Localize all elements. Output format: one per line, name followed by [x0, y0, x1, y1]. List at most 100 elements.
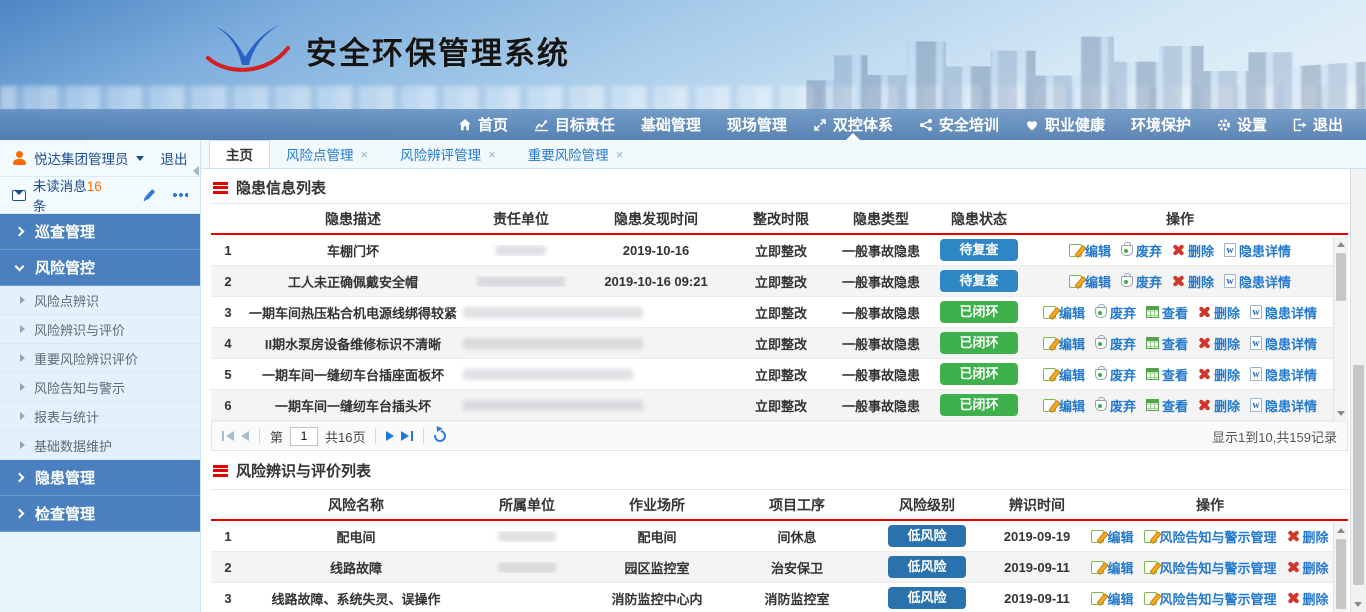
nav-item-base[interactable]: 基础管理 [628, 109, 714, 140]
scroll-up-icon[interactable] [1334, 524, 1348, 537]
discard-link[interactable]: 废弃 [1095, 334, 1136, 353]
discard-link[interactable]: 废弃 [1095, 365, 1136, 384]
nav-item-settings[interactable]: 设置 [1204, 109, 1280, 140]
prev-page-icon [241, 431, 249, 441]
delete-link[interactable]: 删除 [1198, 303, 1240, 322]
sidebar-item-risk-control[interactable]: 风险管控 [0, 250, 200, 286]
nav-item-site[interactable]: 现场管理 [714, 109, 800, 140]
edit-link[interactable]: 编辑 [1091, 589, 1133, 608]
risk-table-scrollbar[interactable] [1333, 523, 1348, 612]
nav-item-environment[interactable]: 环境保护 [1118, 109, 1204, 140]
delete-link[interactable]: 删除 [1287, 558, 1329, 577]
close-icon[interactable]: × [616, 147, 624, 162]
user-name[interactable]: 悦达集团管理员 [34, 148, 129, 168]
page-scroll-thumb[interactable] [1353, 365, 1364, 585]
sidebar-subitem-risk-identify[interactable]: 风险辨识与评价 [0, 315, 200, 344]
logout-icon [1293, 118, 1307, 132]
prev-page-button[interactable] [241, 431, 249, 441]
discard-link[interactable]: 废弃 [1095, 303, 1136, 322]
delete-link[interactable]: 删除 [1198, 365, 1240, 384]
scroll-up-icon[interactable] [1334, 238, 1348, 251]
compose-pencil-icon[interactable] [143, 189, 155, 202]
col-time: 辨识时间 [987, 495, 1087, 515]
last-page-button[interactable] [401, 431, 413, 441]
delete-link[interactable]: 删除 [1172, 272, 1214, 291]
close-icon[interactable]: × [488, 147, 496, 162]
table-row: 2 线路故障 园区监控室 治安保卫 低风险 2019-09-11 编辑 风险告知… [211, 552, 1348, 583]
risk-notice-link[interactable]: 风险告知与警示管理 [1144, 527, 1277, 546]
edit-link[interactable]: 编辑 [1091, 558, 1133, 577]
delete-link[interactable]: 删除 [1172, 241, 1214, 260]
scroll-thumb[interactable] [1336, 539, 1346, 609]
status-badge: 已闭环 [940, 394, 1018, 416]
hazard-detail-link[interactable]: 隐患详情 [1250, 396, 1317, 415]
risk-level-badge: 低风险 [888, 587, 966, 609]
hazard-detail-link[interactable]: 隐患详情 [1250, 334, 1317, 353]
user-dropdown-caret-icon[interactable] [136, 156, 144, 161]
page-number-input[interactable] [290, 427, 318, 446]
discard-link[interactable]: 废弃 [1121, 241, 1162, 260]
sidebar-subitem-reports[interactable]: 报表与统计 [0, 402, 200, 431]
scroll-thumb[interactable] [1336, 253, 1346, 301]
tab-home[interactable]: 主页 [209, 140, 270, 168]
nav-item-home[interactable]: 首页 [445, 109, 521, 140]
view-link[interactable]: 查看 [1146, 334, 1188, 353]
hazard-detail-link[interactable]: 隐患详情 [1250, 365, 1317, 384]
discard-link[interactable]: 废弃 [1121, 272, 1162, 291]
cell-unit-redacted [461, 338, 581, 349]
edit-link[interactable]: 编辑 [1043, 396, 1085, 415]
view-link[interactable]: 查看 [1146, 365, 1188, 384]
sidebar-item-hazard[interactable]: 隐患管理 [0, 460, 200, 496]
tab-risk-point[interactable]: 风险点管理× [270, 140, 384, 168]
hazard-table-scrollbar[interactable] [1333, 237, 1348, 421]
unread-messages-link[interactable]: 未读消息16条 [33, 175, 108, 215]
page-scrollbar[interactable] [1350, 169, 1366, 612]
view-link[interactable]: 查看 [1146, 303, 1188, 322]
nav-item-logout[interactable]: 退出 [1280, 109, 1356, 140]
view-link[interactable]: 查看 [1146, 396, 1188, 415]
first-page-button[interactable] [222, 431, 234, 441]
sidebar-subitem-risk-point[interactable]: 风险点辨识 [0, 286, 200, 315]
scroll-down-icon[interactable] [1334, 407, 1348, 420]
sidebar-item-patrol[interactable]: 巡查管理 [0, 214, 200, 250]
hazard-table-header: 隐患描述 责任单位 隐患发现时间 整改时限 隐患类型 隐患状态 操作 [211, 203, 1348, 235]
edit-link[interactable]: 编辑 [1069, 272, 1111, 291]
sidebar-collapse-handle[interactable] [193, 166, 199, 176]
nav-item-target[interactable]: 目标责任 [521, 109, 628, 140]
delete-link[interactable]: 删除 [1198, 396, 1240, 415]
tab-major-risk[interactable]: 重要风险管理× [512, 140, 640, 168]
sidebar-subitem-risk-notice[interactable]: 风险告知与警示 [0, 373, 200, 402]
edit-link[interactable]: 编辑 [1069, 241, 1111, 260]
sidebar-logout-link[interactable]: 退出 [161, 148, 188, 168]
nav-item-training[interactable]: 安全培训 [906, 109, 1012, 140]
hazard-detail-link[interactable]: 隐患详情 [1224, 272, 1291, 291]
cell-desc: 车棚门坏 [245, 241, 461, 260]
discard-icon [1121, 276, 1133, 287]
hazard-detail-link[interactable]: 隐患详情 [1224, 241, 1291, 260]
col-level: 风险级别 [867, 495, 987, 515]
nav-item-dual-control[interactable]: 双控体系 [800, 109, 906, 140]
delete-link[interactable]: 删除 [1287, 527, 1329, 546]
risk-notice-link[interactable]: 风险告知与警示管理 [1144, 558, 1277, 577]
row-index: 1 [211, 529, 245, 544]
edit-link[interactable]: 编辑 [1043, 365, 1085, 384]
more-options-icon[interactable] [173, 193, 188, 197]
hazard-detail-link[interactable]: 隐患详情 [1250, 303, 1317, 322]
risk-notice-link[interactable]: 风险告知与警示管理 [1144, 589, 1277, 608]
delete-link[interactable]: 删除 [1198, 334, 1240, 353]
sidebar-item-inspection[interactable]: 检查管理 [0, 496, 200, 532]
edit-link[interactable]: 编辑 [1091, 527, 1133, 546]
edit-link[interactable]: 编辑 [1043, 303, 1085, 322]
close-icon[interactable]: × [361, 147, 369, 162]
edit-link[interactable]: 编辑 [1043, 334, 1085, 353]
col-status: 隐患状态 [931, 209, 1027, 229]
next-page-button[interactable] [386, 431, 394, 441]
refresh-icon[interactable] [432, 428, 449, 445]
nav-item-health[interactable]: 职业健康 [1012, 109, 1118, 140]
delete-link[interactable]: 删除 [1287, 589, 1329, 608]
tab-risk-identify[interactable]: 风险辨评管理× [384, 140, 512, 168]
sidebar-subitem-base-data[interactable]: 基础数据维护 [0, 431, 200, 460]
page-scroll-down-icon[interactable] [1351, 598, 1365, 611]
sidebar-subitem-major-risk[interactable]: 重要风险辨识评价 [0, 344, 200, 373]
discard-link[interactable]: 废弃 [1095, 396, 1136, 415]
